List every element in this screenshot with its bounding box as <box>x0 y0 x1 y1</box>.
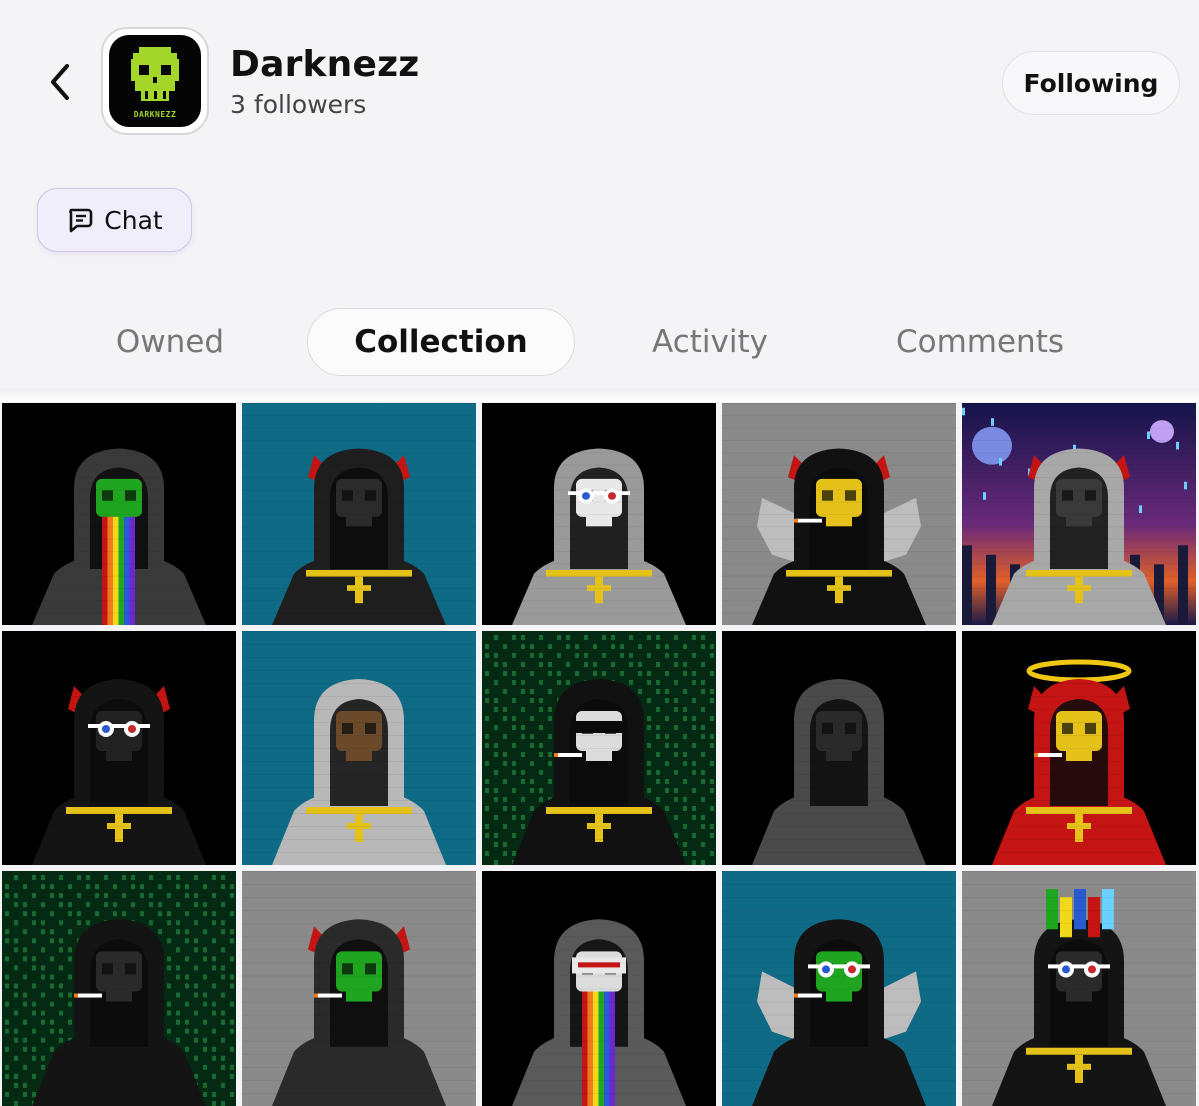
nft-thumbnail-image <box>242 871 476 1106</box>
nft-thumbnail-image <box>482 631 716 865</box>
avatar-logo-text: DARKNEZZ <box>133 110 177 119</box>
collection-item[interactable] <box>482 631 716 865</box>
collection-item[interactable] <box>242 403 476 625</box>
collection-item[interactable] <box>962 871 1196 1106</box>
collection-item[interactable] <box>962 631 1196 865</box>
collection-item[interactable] <box>722 871 956 1106</box>
tab-comments[interactable]: Comments <box>870 308 1090 376</box>
chat-button[interactable]: Chat <box>37 188 192 252</box>
nft-thumbnail-image <box>962 403 1196 625</box>
followers-label: followers <box>253 90 367 119</box>
nft-thumbnail-image <box>2 403 236 625</box>
nft-thumbnail-image <box>2 871 236 1106</box>
profile-name: Darknezz <box>230 44 420 85</box>
collection-item[interactable] <box>2 403 236 625</box>
nft-thumbnail-image <box>482 403 716 625</box>
followers-number: 3 <box>230 90 246 119</box>
nft-thumbnail-image <box>722 403 956 625</box>
nft-thumbnail-image <box>2 631 236 865</box>
collection-item[interactable] <box>482 403 716 625</box>
nft-thumbnail-image <box>242 403 476 625</box>
following-button[interactable]: Following <box>1002 51 1180 115</box>
collection-item[interactable] <box>242 631 476 865</box>
tab-owned[interactable]: Owned <box>70 308 270 376</box>
collection-item[interactable] <box>962 403 1196 625</box>
avatar-image: DARKNEZZ <box>109 35 201 127</box>
nft-thumbnail-image <box>962 631 1196 865</box>
collection-item[interactable] <box>722 631 956 865</box>
nft-thumbnail-image <box>482 871 716 1106</box>
collection-item[interactable] <box>2 631 236 865</box>
chat-bubble-icon <box>69 208 93 233</box>
collection-grid <box>2 403 1198 1106</box>
collection-item[interactable] <box>2 871 236 1106</box>
collection-item[interactable] <box>482 871 716 1106</box>
tab-collection[interactable]: Collection <box>307 308 575 376</box>
avatar[interactable]: DARKNEZZ <box>101 27 209 135</box>
nft-thumbnail-image <box>722 631 956 865</box>
nft-thumbnail-image <box>242 631 476 865</box>
collection-item[interactable] <box>722 403 956 625</box>
collection-item[interactable] <box>242 871 476 1106</box>
nft-thumbnail-image <box>962 871 1196 1106</box>
chevron-left-icon <box>51 64 69 100</box>
back-button[interactable] <box>40 58 80 106</box>
profile-page: DARKNEZZ Darknezz 3 followers Following … <box>0 0 1199 1106</box>
nft-thumbnail-image <box>722 871 956 1106</box>
chat-label: Chat <box>104 205 163 235</box>
tabs-divider <box>0 388 1199 402</box>
followers-count[interactable]: 3 followers <box>230 90 366 119</box>
profile-tabs: Owned Collection Activity Comments <box>0 308 1199 378</box>
tab-activity[interactable]: Activity <box>610 308 810 376</box>
